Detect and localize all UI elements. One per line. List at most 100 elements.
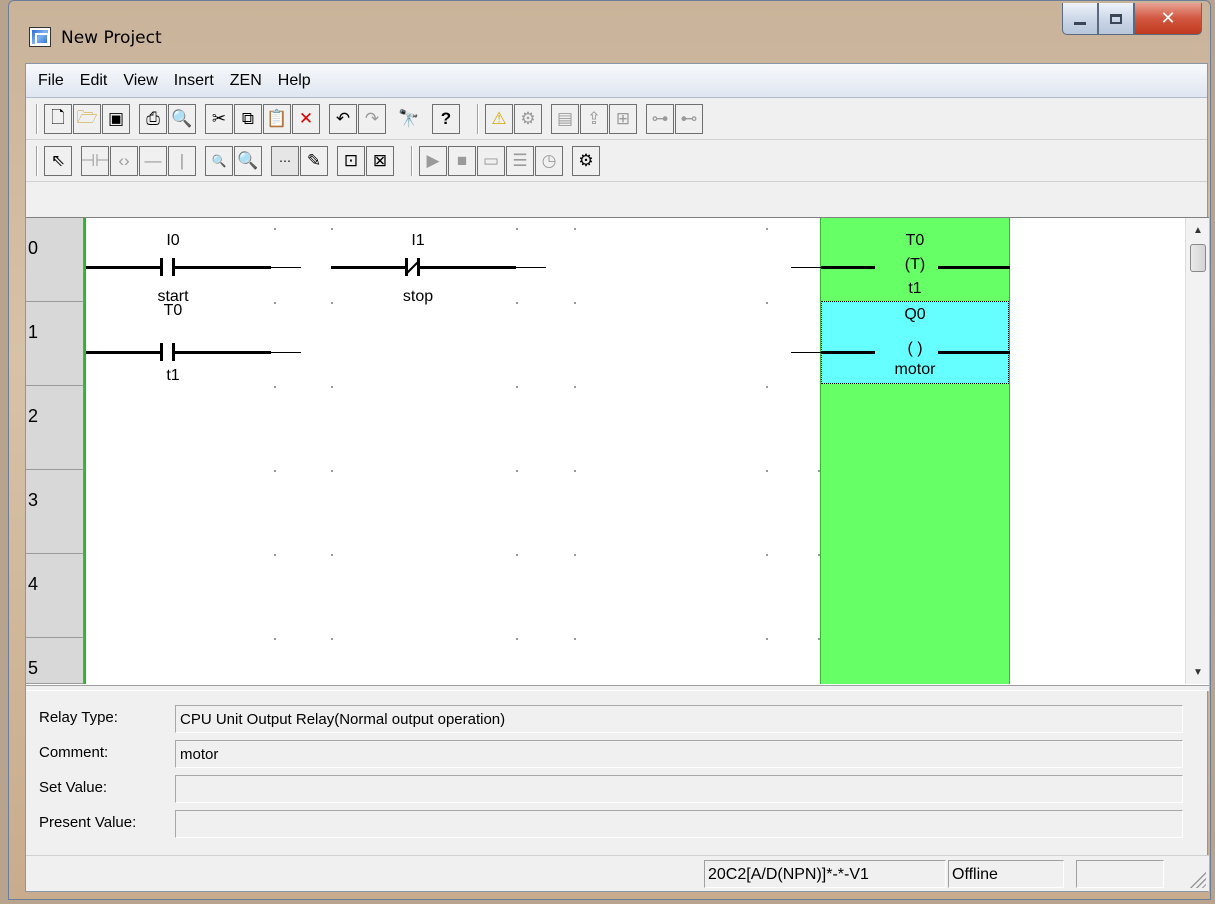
maximize-icon [1110, 13, 1122, 24]
new-file-icon[interactable]: 🗋 [44, 104, 72, 134]
scroll-down-icon[interactable]: ▼ [1186, 660, 1210, 684]
find-icon[interactable]: 🔭 [395, 104, 423, 134]
output-coil-symbol: ( ) [875, 340, 955, 358]
save-icon[interactable]: ▣ [102, 104, 130, 134]
menu-bar: File Edit View Insert ZEN Help [26, 64, 1207, 98]
minimize-icon [1074, 22, 1086, 25]
compare-icon[interactable]: ⊞ [609, 104, 637, 134]
rung-wire [821, 351, 883, 354]
row-number: 1 [26, 302, 84, 386]
disconnect-icon[interactable]: ⊷ [675, 104, 703, 134]
row-number: 2 [26, 386, 84, 470]
print-preview-icon[interactable]: 🔍 [168, 104, 196, 134]
settings-icon[interactable]: ⚙ [572, 146, 600, 176]
set-value-row: Set Value: [26, 773, 1209, 803]
set-value-field[interactable] [175, 775, 1183, 803]
row-number: 4 [26, 554, 84, 638]
present-value-label: Present Value: [39, 814, 137, 831]
rung-wire [86, 351, 160, 354]
menu-file[interactable]: File [30, 72, 72, 90]
row-number: 0 [26, 218, 84, 302]
coil-address: Q0 [904, 306, 926, 323]
comment-field[interactable]: motor [175, 740, 1183, 768]
toolbar-separator [36, 146, 38, 176]
undo-icon[interactable]: ↶ [329, 104, 357, 134]
ladder-editor[interactable]: 0 1 2 3 4 5 I0 start I1 stop T0 (T) t1 T… [26, 217, 1209, 685]
minimize-button[interactable] [1062, 3, 1098, 35]
run-icon[interactable]: ▶ [419, 146, 447, 176]
transfer-icon[interactable]: ⚙ [514, 104, 542, 134]
contact-comment: stop [402, 288, 434, 305]
ladder-view-icon[interactable]: ⊡ [337, 146, 365, 176]
timer-icon[interactable]: ◷ [535, 146, 563, 176]
toolbar-separator [477, 104, 479, 134]
rung-wire [175, 266, 271, 269]
title-bar: New Project ✕ [9, 1, 1210, 63]
stop-icon[interactable]: ■ [448, 146, 476, 176]
coil-comment: motor [894, 361, 936, 378]
status-extra [1076, 860, 1164, 888]
comment-label: Comment: [39, 744, 109, 761]
connect-icon[interactable]: ⊶ [646, 104, 674, 134]
contact-symbol-no [160, 343, 163, 361]
window-title: New Project [61, 28, 162, 48]
coil-comment: t1 [908, 280, 922, 297]
zoom-out-icon[interactable]: 🔍 [205, 146, 233, 176]
rung-wire [86, 266, 160, 269]
maximize-button[interactable] [1098, 3, 1134, 35]
warning-icon[interactable]: ⚠ [485, 104, 513, 134]
rung-wire [516, 267, 546, 268]
rung-wire [821, 266, 883, 269]
monitor-icon[interactable]: ▤ [551, 104, 579, 134]
upload-icon[interactable]: ⇪ [580, 104, 608, 134]
io-list-icon[interactable]: ☰ [506, 146, 534, 176]
rung-wire [420, 266, 516, 269]
contact-address: T0 [163, 302, 183, 319]
rung-wire [271, 352, 301, 353]
list-view-icon[interactable]: ⊠ [366, 146, 394, 176]
hline-icon[interactable]: — [139, 146, 167, 176]
set-value-label: Set Value: [39, 779, 108, 796]
grid-icon[interactable]: ⋯ [271, 146, 299, 176]
monitor-panel-icon[interactable]: ▭ [477, 146, 505, 176]
ladder-toolbar: ⇖ ⊣⊢ ‹› — | 🔍 🔍 ⋯ ✎ ⊡ ⊠ ▶ ■ ▭ ☰ ◷ ⚙ [26, 140, 1207, 182]
menu-zen[interactable]: ZEN [222, 72, 270, 90]
contact-address: I0 [166, 232, 180, 249]
standard-toolbar: 🗋 🗁 ▣ ⎙ 🔍 ✂ ⧉ 📋 ✕ ↶ ↷ 🔭 ? ⚠ ⚙ ▤ ⇪ ⊞ ⊶ ⊷ [26, 98, 1207, 140]
menu-edit[interactable]: Edit [72, 72, 116, 90]
redo-icon[interactable]: ↷ [358, 104, 386, 134]
cut-icon[interactable]: ✂ [205, 104, 233, 134]
menu-insert[interactable]: Insert [166, 72, 222, 90]
contact-icon[interactable]: ⊣⊢ [80, 146, 110, 176]
comment-icon[interactable]: ✎ [300, 146, 328, 176]
open-folder-icon[interactable]: 🗁 [73, 104, 101, 134]
properties-panel: Relay Type: CPU Unit Output Relay(Normal… [26, 691, 1209, 855]
contact-address: I1 [411, 232, 425, 249]
print-icon[interactable]: ⎙ [139, 104, 167, 134]
resize-grip-icon[interactable] [1190, 872, 1206, 888]
delete-icon[interactable]: ✕ [292, 104, 320, 134]
row-number: 3 [26, 470, 84, 554]
vline-icon[interactable]: | [168, 146, 196, 176]
paste-icon[interactable]: 📋 [263, 104, 291, 134]
rung-wire [331, 266, 405, 269]
close-button[interactable]: ✕ [1134, 3, 1202, 35]
app-icon [29, 27, 51, 47]
zoom-in-icon[interactable]: 🔍 [234, 146, 262, 176]
rung-wire [938, 266, 1010, 269]
coil-icon[interactable]: ‹› [110, 146, 138, 176]
menu-view[interactable]: View [115, 72, 165, 90]
rung-wire [938, 351, 1010, 354]
present-value-row: Present Value: [26, 808, 1209, 838]
status-bar: 20C2[A/D(NPN)]*-*-V1 Offline [26, 855, 1209, 891]
copy-icon[interactable]: ⧉ [234, 104, 262, 134]
help-icon[interactable]: ? [432, 104, 460, 134]
pointer-icon[interactable]: ⇖ [44, 146, 72, 176]
vertical-scrollbar[interactable]: ▲ ▼ [1185, 218, 1209, 684]
left-power-rail [84, 218, 86, 684]
scroll-up-icon[interactable]: ▲ [1186, 218, 1210, 242]
present-value-field [175, 810, 1183, 838]
toolbar-separator [36, 104, 38, 134]
menu-help[interactable]: Help [270, 72, 319, 90]
scroll-thumb[interactable] [1190, 244, 1206, 272]
